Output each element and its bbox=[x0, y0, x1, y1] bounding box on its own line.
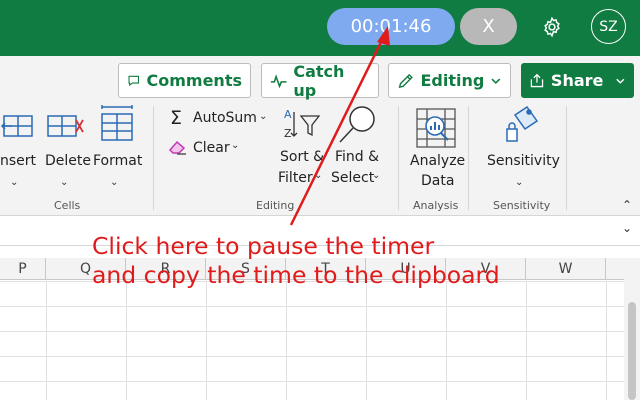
gear-icon bbox=[544, 16, 560, 38]
analyze-data-label-line2: Data bbox=[421, 173, 455, 189]
scrollbar-thumb[interactable] bbox=[628, 302, 636, 400]
expand-formula-bar-icon[interactable]: ⌄ bbox=[622, 221, 632, 235]
share-label: Share bbox=[550, 71, 604, 90]
clear-label: Clear bbox=[193, 140, 230, 156]
autosum-label: AutoSum bbox=[193, 110, 257, 126]
find-select-label-line2: Select bbox=[331, 170, 375, 186]
insert-cells-icon bbox=[0, 115, 33, 137]
collapse-ribbon-icon[interactable]: ⌃ bbox=[622, 198, 632, 212]
sort-filter-label-line2: Filter bbox=[278, 170, 313, 186]
chevron-down-icon: ⌄ bbox=[314, 170, 323, 181]
comments-label: Comments bbox=[146, 71, 243, 90]
title-bar: 00:01:46 X SZ bbox=[0, 0, 640, 56]
chevron-down-icon: ⌄ bbox=[259, 111, 268, 122]
chevron-down-icon bbox=[491, 78, 501, 84]
close-timer-button[interactable]: X bbox=[460, 8, 517, 45]
eraser-icon bbox=[168, 140, 186, 155]
timer-value: 00:01:46 bbox=[350, 16, 432, 37]
avatar-initials: SZ bbox=[599, 18, 618, 35]
sigma-icon: Σ bbox=[170, 107, 183, 129]
ribbon: nsert ⌄ Delete ⌄ Format ⌄ Cells Σ AutoSu… bbox=[0, 102, 640, 216]
excel-window: 00:01:46 X SZ Comments Catch up Editing … bbox=[0, 0, 640, 400]
delete-cells-icon bbox=[47, 115, 84, 137]
analyze-data-icon bbox=[416, 108, 456, 148]
chevron-down-icon bbox=[616, 78, 625, 84]
chevron-down-icon: ⌄ bbox=[372, 170, 381, 181]
chevron-down-icon: ⌄ bbox=[10, 177, 19, 188]
cells-group-label: Cells bbox=[54, 199, 81, 212]
sensitivity-label: Sensitivity bbox=[487, 153, 560, 169]
group-divider bbox=[566, 106, 567, 210]
editing-mode-label: Editing bbox=[420, 71, 485, 90]
comments-button[interactable]: Comments bbox=[118, 63, 251, 98]
share-button[interactable]: Share bbox=[521, 63, 634, 98]
delete-label: Delete bbox=[45, 153, 91, 169]
annotation-line-1: Click here to pause the timer bbox=[92, 232, 435, 260]
catch-up-label: Catch up bbox=[293, 61, 345, 100]
sensitivity-icon bbox=[506, 105, 539, 142]
annotation-line-2: and copy the time to the clipboard bbox=[92, 261, 500, 289]
avatar[interactable]: SZ bbox=[591, 9, 626, 44]
svg-text:A: A bbox=[284, 108, 292, 121]
ribbon-command-row: Comments Catch up Editing Share bbox=[0, 56, 640, 102]
column-header[interactable]: P bbox=[0, 258, 46, 280]
close-timer-label: X bbox=[482, 16, 495, 37]
settings-button[interactable] bbox=[537, 12, 567, 42]
annotation-callout: Click here to pause the timer and copy t… bbox=[92, 232, 500, 290]
timer-button[interactable]: 00:01:46 bbox=[327, 8, 455, 45]
comment-icon bbox=[128, 75, 140, 86]
sort-filter-icon: A Z bbox=[284, 108, 321, 140]
group-divider bbox=[153, 106, 154, 210]
cell-grid[interactable] bbox=[0, 281, 624, 400]
sensitivity-group-label: Sensitivity bbox=[493, 199, 551, 212]
chevron-down-icon: ⌄ bbox=[515, 177, 524, 188]
pulse-icon bbox=[270, 73, 287, 88]
chevron-down-icon: ⌄ bbox=[110, 177, 119, 188]
analysis-group-label: Analysis bbox=[413, 199, 459, 212]
format-label: Format bbox=[93, 153, 143, 169]
find-select-label-line1: Find & bbox=[335, 149, 380, 165]
catch-up-button[interactable]: Catch up bbox=[261, 61, 379, 100]
group-divider bbox=[468, 106, 469, 210]
insert-label: nsert bbox=[0, 153, 37, 169]
chevron-down-icon: ⌄ bbox=[60, 177, 69, 188]
share-icon bbox=[530, 73, 544, 87]
format-cells-icon bbox=[101, 105, 133, 141]
editing-mode-button[interactable]: Editing bbox=[388, 63, 511, 98]
vertical-scrollbar[interactable] bbox=[624, 258, 640, 400]
sort-filter-label-line1: Sort & bbox=[280, 149, 325, 165]
editing-group-label: Editing bbox=[256, 199, 295, 212]
pencil-icon bbox=[398, 73, 413, 88]
chevron-down-icon: ⌄ bbox=[231, 140, 240, 151]
column-header[interactable]: W bbox=[526, 258, 606, 280]
analyze-data-label-line1: Analyze bbox=[410, 153, 466, 169]
magnifier-icon bbox=[339, 106, 375, 143]
group-divider bbox=[398, 106, 399, 210]
